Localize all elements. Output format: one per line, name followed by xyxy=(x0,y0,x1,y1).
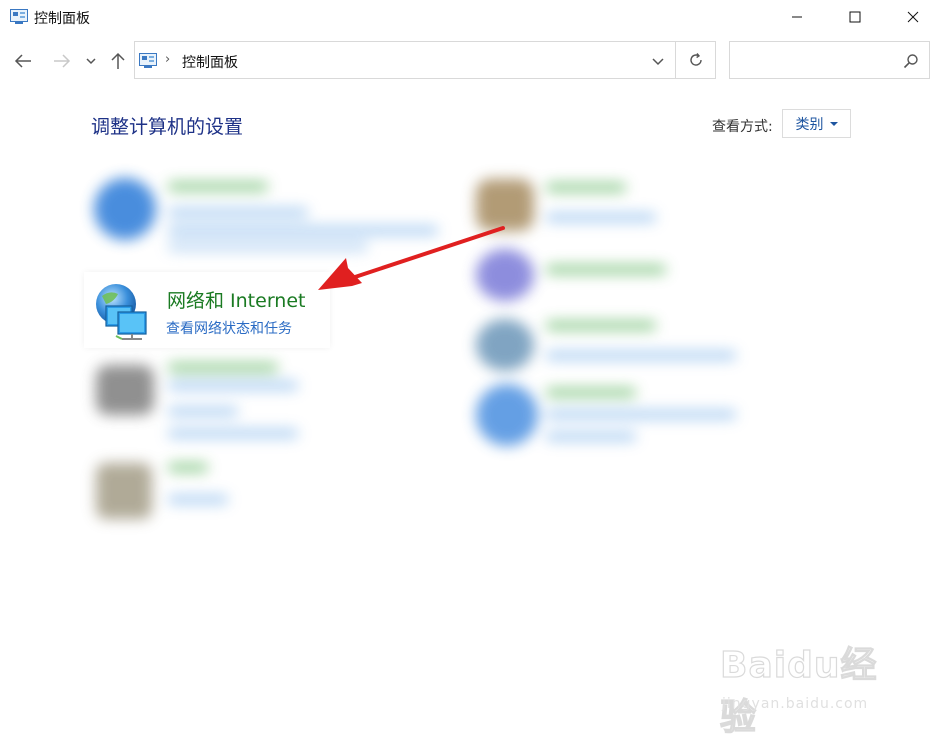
blurred-category-programs xyxy=(84,455,284,525)
blurred-category-clock-region xyxy=(470,315,750,375)
category-title[interactable]: 网络和 Internet xyxy=(167,286,305,313)
minimize-icon xyxy=(792,16,802,18)
watermark-url: jingyan.baidu.com xyxy=(722,696,869,712)
page-title: 调整计算机的设置 xyxy=(91,116,244,138)
blurred-category-user-accounts xyxy=(470,175,700,235)
up-arrow-icon xyxy=(111,52,125,69)
search-icon xyxy=(903,54,918,69)
search-input[interactable] xyxy=(729,41,930,79)
window-title: 控制面板 xyxy=(34,11,90,27)
blurred-category-system-security xyxy=(84,170,444,251)
chevron-down-icon[interactable] xyxy=(651,54,665,68)
blurred-category-hardware-sound xyxy=(84,355,314,445)
chevron-down-icon xyxy=(86,58,96,65)
blurred-category-appearance xyxy=(470,245,700,305)
caret-down-icon xyxy=(829,121,838,126)
breadcrumb-control-panel[interactable]: 控制面板 xyxy=(182,52,238,72)
refresh-button[interactable] xyxy=(675,41,716,79)
back-arrow-icon xyxy=(14,54,31,68)
maximize-icon xyxy=(849,11,861,23)
blurred-category-ease-of-access xyxy=(470,380,750,450)
breadcrumb-separator: › xyxy=(165,52,171,67)
address-bar[interactable]: › 控制面板 xyxy=(134,41,675,79)
view-by-dropdown[interactable]: 类别 xyxy=(782,109,851,138)
category-network-internet[interactable]: 网络和 Internet 查看网络状态和任务 xyxy=(84,272,330,348)
forward-arrow-icon xyxy=(54,54,71,68)
view-by-value: 类别 xyxy=(795,116,824,133)
view-by-label: 查看方式: xyxy=(712,119,773,135)
title-bar: 控制面板 xyxy=(0,0,942,34)
network-internet-icon xyxy=(96,284,147,340)
control-panel-window: 控制面板 › 控制面板 调整计算机的设置 查看方式: 类别 网络和 Intern… xyxy=(0,0,942,739)
maximize-button[interactable] xyxy=(826,0,884,34)
view-network-status-link[interactable]: 查看网络状态和任务 xyxy=(166,318,292,338)
baidu-watermark: Baidu经验 jingyan.baidu.com xyxy=(719,636,900,738)
up-button[interactable] xyxy=(106,48,130,74)
back-button[interactable] xyxy=(11,48,35,74)
close-icon xyxy=(907,11,919,23)
close-button[interactable] xyxy=(884,0,942,34)
control-panel-icon xyxy=(10,9,28,24)
refresh-icon xyxy=(689,53,702,66)
recent-locations-button[interactable] xyxy=(81,48,101,74)
control-panel-icon xyxy=(139,53,157,68)
minimize-button[interactable] xyxy=(768,0,826,34)
watermark-brand: Baidu经验 xyxy=(719,644,878,738)
forward-button[interactable] xyxy=(50,48,74,74)
